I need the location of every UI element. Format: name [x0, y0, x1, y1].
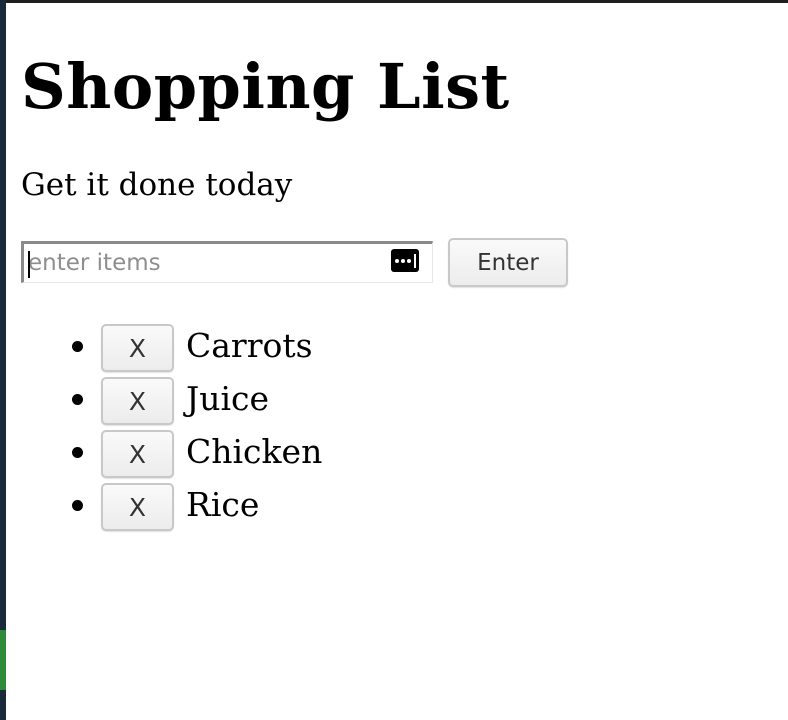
remove-item-button[interactable]: X: [101, 483, 174, 531]
bullet-icon: [72, 500, 83, 511]
item-label: Carrots: [186, 326, 313, 365]
password-dots-icon[interactable]: [391, 249, 419, 272]
item-label: Juice: [186, 379, 270, 418]
item-input[interactable]: [24, 244, 384, 282]
item-input-container: [21, 241, 433, 283]
item-label: Chicken: [186, 432, 323, 471]
page-title: Shopping List: [21, 50, 510, 123]
page-content: Shopping List Get it done today Enter X …: [6, 3, 788, 720]
page-subtitle: Get it done today: [21, 167, 293, 203]
bullet-icon: [72, 447, 83, 458]
enter-button[interactable]: Enter: [448, 238, 568, 287]
item-label: Rice: [186, 485, 260, 524]
bullet-icon: [72, 394, 83, 405]
remove-item-button[interactable]: X: [101, 377, 174, 425]
remove-item-button[interactable]: X: [101, 324, 174, 372]
text-caret: [28, 251, 30, 278]
bullet-icon: [72, 341, 83, 352]
remove-item-button[interactable]: X: [101, 430, 174, 478]
